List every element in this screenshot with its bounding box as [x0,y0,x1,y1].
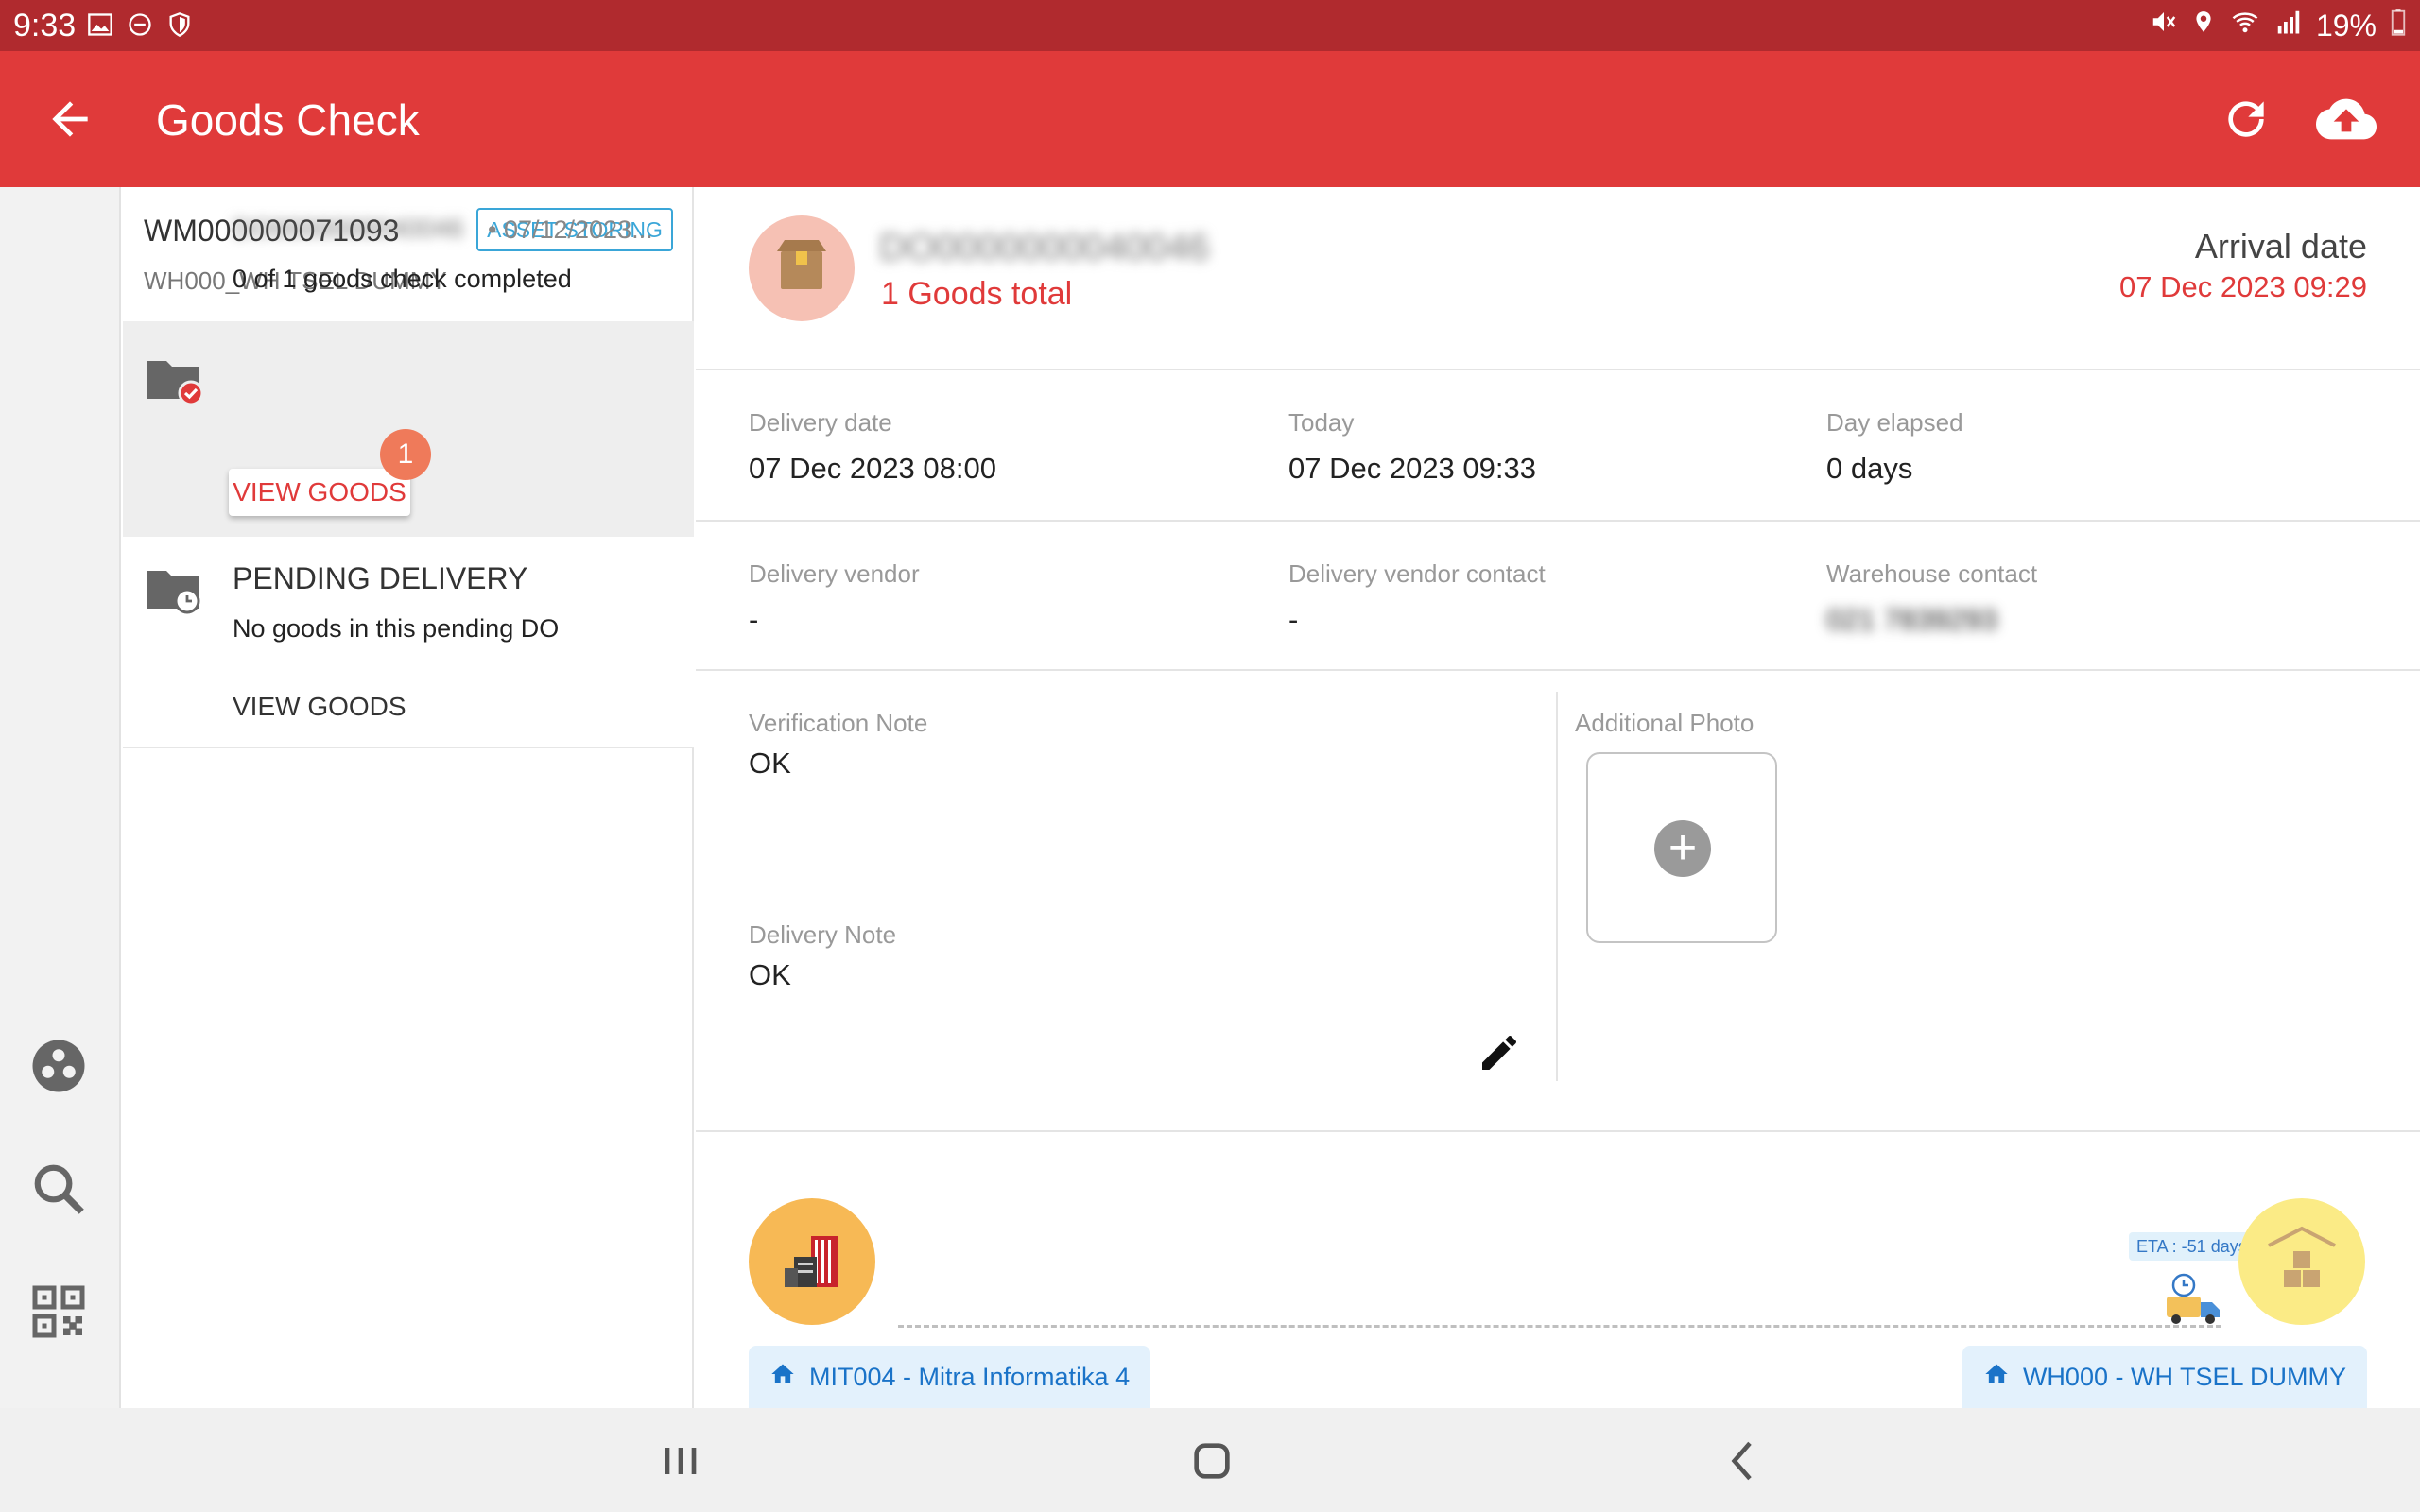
today-date: 07 Dec 2023 09:33 [1288,452,1536,485]
eta-label: ETA : -51 days [2129,1232,2255,1261]
destination-location: WH000 - WH TSEL DUMMY [2022,1362,2346,1391]
additional-photo-label: Additional Photo [1575,709,1754,737]
arrival-date-label: Arrival date [2194,227,2367,266]
home-icon [769,1361,796,1394]
home-icon [1983,1361,2010,1394]
battery-icon [2390,8,2407,43]
recents-icon[interactable] [654,1435,707,1487]
destination-location-chip[interactable]: WH000 - WH TSEL DUMMY [1962,1346,2367,1408]
view-goods-pending-button[interactable]: VIEW GOODS [233,692,406,722]
dnd-icon [127,11,153,43]
group-icon[interactable] [30,1038,91,1098]
mute-icon [2150,8,2178,43]
wm-header: WM000000071093 WH000_WH TSEL DUMMY ASSET… [123,187,694,321]
left-rail [0,187,121,1408]
divider [696,669,2420,671]
do-list-panel: WM000000071093 WH000_WH TSEL DUMMY ASSET… [123,187,694,1408]
verification-note-label: Verification Note [749,709,928,737]
battery-percent: 19% [2315,8,2377,43]
today-label: Today [1288,408,1355,437]
goods-count-badge: 1 [380,429,431,480]
search-icon[interactable] [30,1160,91,1221]
delivery-note-label: Delivery Note [749,920,897,949]
do-number-blurred: DO0000000040046 [879,227,1210,268]
page-title: Goods Check [156,95,420,145]
location-icon [2191,8,2216,43]
goods-total: 1 Goods total [881,276,1073,312]
do-number-blurred: DO0000000040046 [233,214,464,243]
pending-delivery-title: PENDING DELIVERY [233,561,528,595]
arrow-back-icon[interactable] [43,93,96,146]
delivery-vendor: - [749,603,759,636]
delivery-date: 07 Dec 2023 08:00 [749,452,996,485]
verification-note: OK [749,747,791,780]
vendor-contact-label: Delivery vendor contact [1288,559,1546,588]
divider [696,520,2420,522]
warehouse-icon [2238,1198,2365,1325]
status-time: 9:33 [13,8,77,43]
warehouse-contact-label: Warehouse contact [1826,559,2038,588]
add-icon: + [1654,820,1711,877]
do-detail-panel: DO0000000040046 1 Goods total Arrival da… [696,187,2420,1408]
system-nav-bar [0,1408,2420,1512]
warehouse-contact-blurred: 021 7839293 [1826,603,1998,636]
pending-delivery-subtitle: No goods in this pending DO [233,614,560,643]
delivery-date-label: Delivery date [749,408,892,437]
wifi-icon [2229,8,2261,43]
signal-icon [2274,8,2303,43]
divider [696,1130,2420,1132]
vendor-contact: - [1288,603,1299,636]
home-icon[interactable] [1185,1435,1238,1487]
origin-location-chip[interactable]: MIT004 - Mitra Informatika 4 [749,1346,1151,1408]
divider [696,369,2420,370]
package-icon [749,215,855,321]
delivery-vendor-label: Delivery vendor [749,559,920,588]
day-elapsed-label: Day elapsed [1826,408,1963,437]
image-icon [87,11,113,43]
delivery-note: OK [749,958,791,991]
cloud-upload-icon[interactable] [2316,93,2377,146]
view-goods-button[interactable]: VIEW GOODS [229,469,410,516]
status-bar: 9:33 19% [0,0,2420,51]
route-line [898,1325,2221,1328]
origin-location: MIT004 - Mitra Informatika 4 [809,1362,1131,1391]
truck-icon [2161,1272,2227,1329]
shield-icon [166,11,193,43]
edit-icon[interactable] [1477,1030,1522,1075]
do-status: 0 of 1 goods check completed [233,265,572,293]
day-elapsed: 0 days [1826,452,1913,485]
refresh-icon[interactable] [2220,93,2273,146]
arrival-date: 07 Dec 2023 09:29 [2119,270,2367,303]
app-bar: Goods Check [0,51,2420,187]
add-photo-button[interactable]: + [1586,752,1777,943]
qr-code-icon[interactable] [30,1283,91,1344]
folder-check-icon [146,353,204,406]
building-icon [749,1198,875,1325]
folder-clock-icon [146,563,200,614]
divider-vertical [1556,692,1558,1081]
back-icon[interactable] [1717,1435,1770,1487]
do-date: • 07/12/2023... [488,215,653,244]
